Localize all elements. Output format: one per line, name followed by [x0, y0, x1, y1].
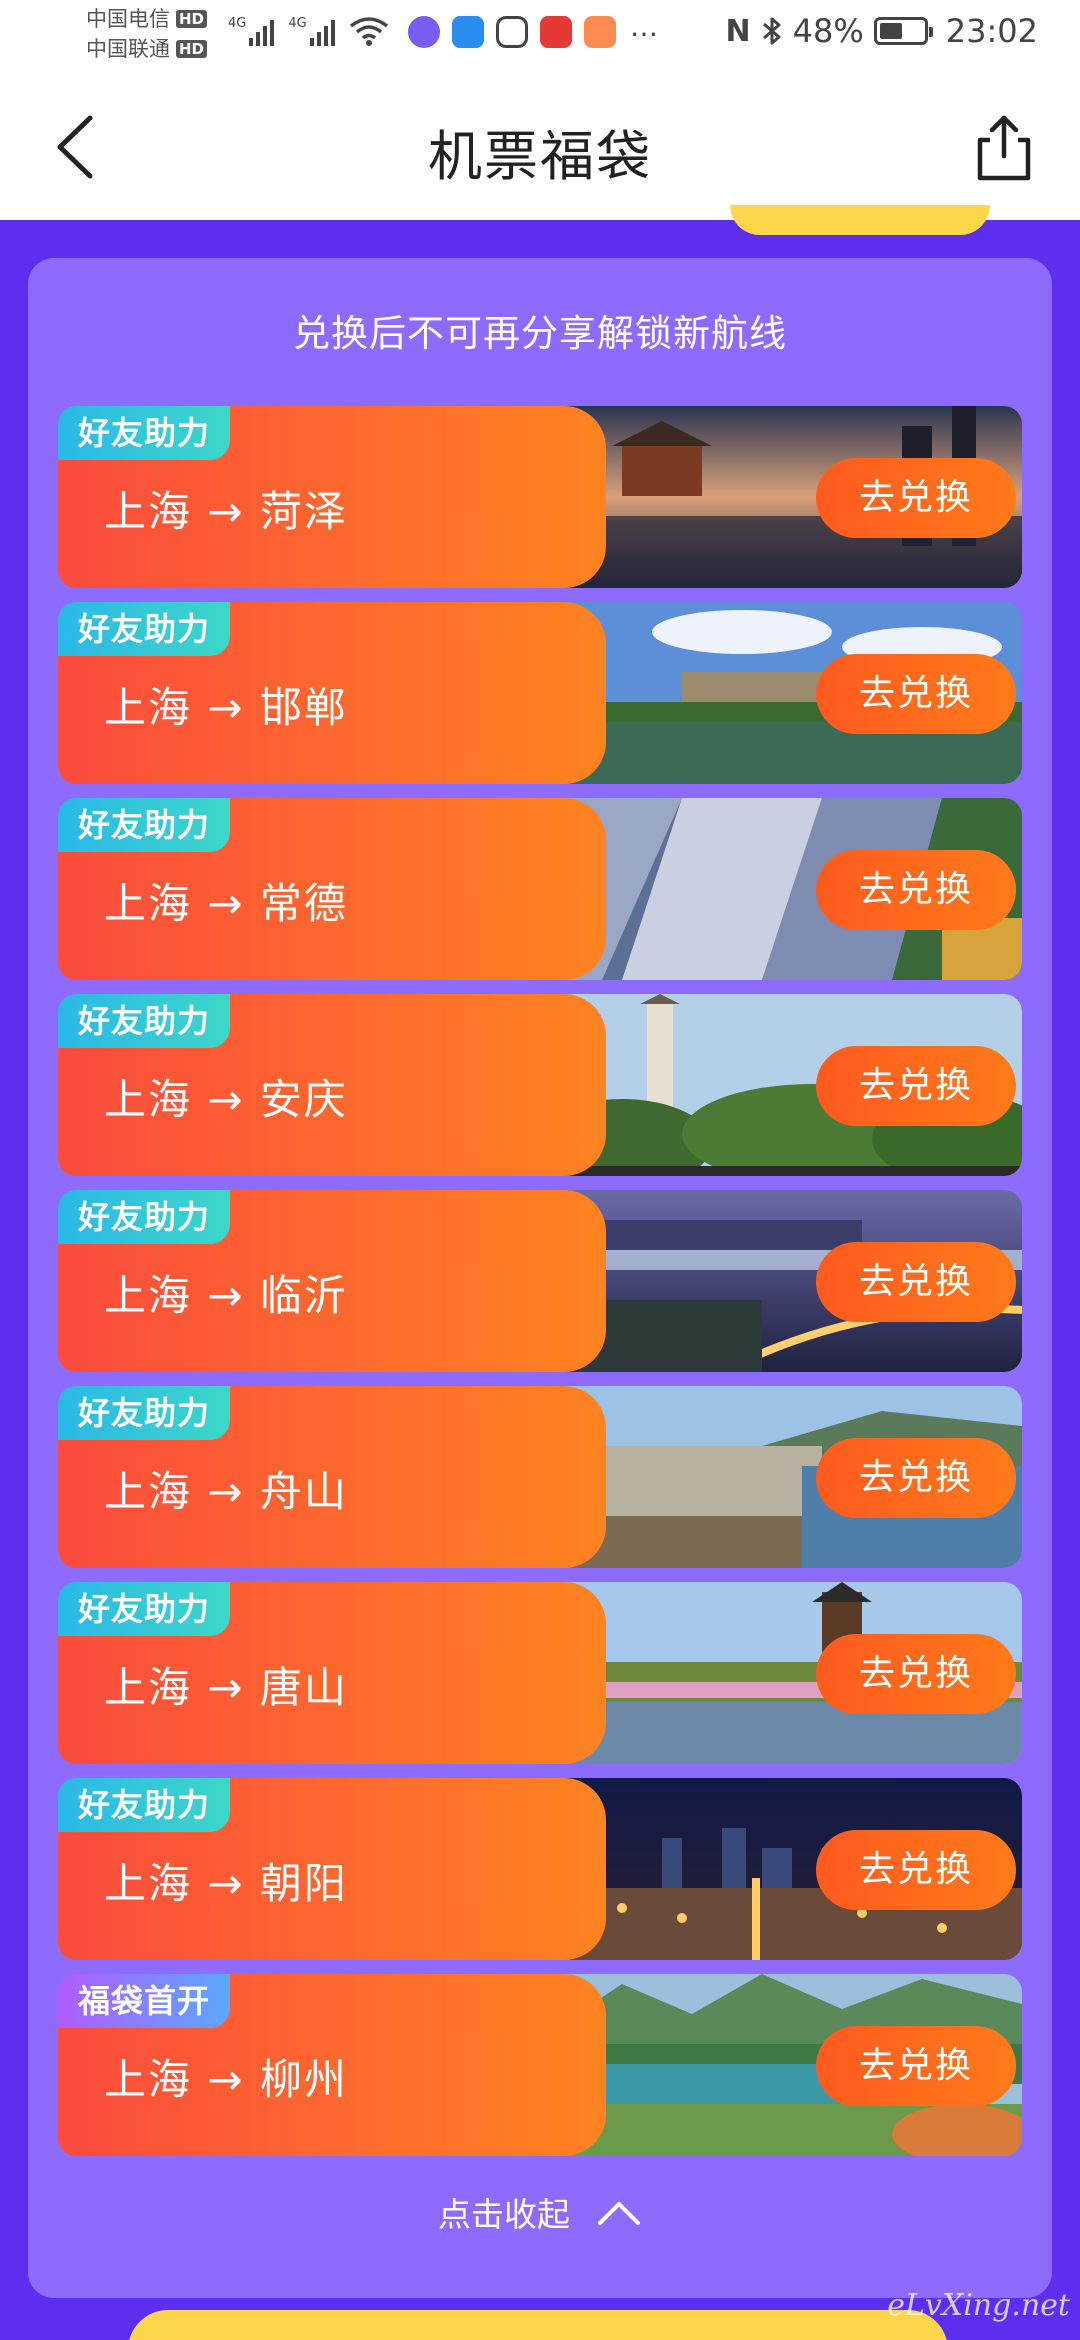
route-card[interactable]: 好友助力 上海 → 菏泽 去兑换 — [58, 406, 1022, 588]
route-label: 上海 → 柳州 — [104, 2055, 348, 2104]
yellow-button-edge — [128, 2310, 948, 2340]
route-card[interactable]: 福袋首开 上海 → 柳州 去兑换 — [58, 1974, 1022, 2156]
hd-badge-1: HD — [176, 10, 208, 28]
route-label: 上海 → 舟山 — [104, 1467, 348, 1516]
route-label: 上海 → 临沂 — [104, 1271, 348, 1320]
panel-title: 兑换后不可再分享解锁新航线 — [293, 312, 787, 355]
navigation-bar: 机票福袋 — [0, 70, 1080, 220]
signal-1-icon: 4G — [228, 16, 275, 46]
route-tag: 好友助力 — [58, 602, 231, 656]
yellow-banner-edge — [730, 205, 990, 235]
redeem-button[interactable]: 去兑换 — [816, 1242, 1016, 1322]
wifi-icon — [349, 17, 388, 46]
more-notifications-icon: … — [630, 10, 660, 43]
route-card[interactable]: 好友助力 上海 → 朝阳 去兑换 — [58, 1778, 1022, 1960]
route-label: 上海 → 安庆 — [104, 1075, 348, 1124]
route-card[interactable]: 好友助力 上海 → 常德 去兑换 — [58, 798, 1022, 980]
collapse-toggle[interactable]: 点击收起 — [28, 2188, 1052, 2236]
route-info: 好友助力 上海 → 朝阳 — [58, 1778, 606, 1960]
route-info: 好友助力 上海 → 安庆 — [58, 994, 606, 1176]
redeem-button[interactable]: 去兑换 — [816, 1634, 1016, 1714]
signal-indicators: 4G 4G — [228, 16, 389, 46]
hd-badge-2: HD — [176, 40, 208, 58]
route-info: 好友助力 上海 → 菏泽 — [58, 406, 606, 588]
system-status: N 48% 23:02 — [726, 12, 1038, 50]
route-card[interactable]: 好友助力 上海 → 邯郸 去兑换 — [58, 602, 1022, 784]
route-label: 上海 → 菏泽 — [104, 487, 348, 536]
watermark: eLvXing.net — [887, 2288, 1070, 2323]
redeem-button[interactable]: 去兑换 — [816, 1830, 1016, 1910]
bluetooth-icon — [762, 17, 781, 45]
carrier-2-label: 中国联通 — [86, 37, 170, 61]
page-title: 机票福袋 — [428, 125, 652, 188]
route-label: 上海 → 常德 — [104, 879, 348, 928]
route-panel: 兑换后不可再分享解锁新航线 好友助力 上海 → 菏泽 去兑换 好友助力 上海 →… — [28, 258, 1052, 2298]
route-list: 好友助力 上海 → 菏泽 去兑换 好友助力 上海 → 邯郸 去兑换 好友助力 上… — [58, 406, 1022, 2170]
route-info: 好友助力 上海 → 唐山 — [58, 1582, 606, 1764]
route-info: 好友助力 上海 → 临沂 — [58, 1190, 606, 1372]
route-card[interactable]: 好友助力 上海 → 唐山 去兑换 — [58, 1582, 1022, 1764]
route-tag: 福袋首开 — [58, 1974, 231, 2028]
carrier-info: 中国电信 HD 中国联通 HD — [86, 4, 208, 64]
redeem-button[interactable]: 去兑换 — [816, 2026, 1016, 2106]
route-info: 好友助力 上海 → 邯郸 — [58, 602, 606, 784]
status-bar: 中国电信 HD 中国联通 HD 4G 4G … N 48% 23:02 — [0, 0, 1080, 70]
app-notification-icon — [584, 16, 616, 48]
notification-app-icons — [408, 16, 616, 48]
route-card[interactable]: 好友助力 上海 → 临沂 去兑换 — [58, 1190, 1022, 1372]
app-notification-icon — [540, 16, 572, 48]
route-label: 上海 → 唐山 — [104, 1663, 348, 1712]
redeem-button[interactable]: 去兑换 — [816, 458, 1016, 538]
route-info: 福袋首开 上海 → 柳州 — [58, 1974, 606, 2156]
route-label: 上海 → 邯郸 — [104, 683, 348, 732]
route-tag: 好友助力 — [58, 798, 231, 852]
redeem-button[interactable]: 去兑换 — [816, 1438, 1016, 1518]
collapse-label: 点击收起 — [438, 2195, 570, 2234]
route-tag: 好友助力 — [58, 1778, 231, 1832]
route-tag: 好友助力 — [58, 994, 231, 1048]
route-tag: 好友助力 — [58, 1582, 231, 1636]
redeem-button[interactable]: 去兑换 — [816, 850, 1016, 930]
app-notification-icon — [408, 16, 440, 48]
route-card[interactable]: 好友助力 上海 → 舟山 去兑换 — [58, 1386, 1022, 1568]
app-notification-icon — [496, 16, 528, 48]
route-info: 好友助力 上海 → 舟山 — [58, 1386, 606, 1568]
route-tag: 好友助力 — [58, 1190, 231, 1244]
signal-2-icon: 4G — [288, 16, 335, 46]
network-2-label: 4G — [288, 16, 307, 31]
battery-percent: 48% — [792, 12, 864, 50]
chevron-up-icon — [598, 2202, 640, 2225]
redeem-button[interactable]: 去兑换 — [816, 654, 1016, 734]
route-info: 好友助力 上海 → 常德 — [58, 798, 606, 980]
carrier-1-label: 中国电信 — [86, 7, 170, 31]
route-tag: 好友助力 — [58, 406, 231, 460]
app-notification-icon — [452, 16, 484, 48]
route-tag: 好友助力 — [58, 1386, 231, 1440]
redeem-button[interactable]: 去兑换 — [816, 1046, 1016, 1126]
battery-icon — [873, 17, 933, 45]
nfc-icon: N — [725, 13, 751, 49]
route-label: 上海 → 朝阳 — [104, 1859, 348, 1908]
clock: 23:02 — [945, 12, 1038, 50]
route-card[interactable]: 好友助力 上海 → 安庆 去兑换 — [58, 994, 1022, 1176]
share-icon[interactable] — [976, 112, 1032, 182]
network-1-label: 4G — [228, 16, 247, 31]
